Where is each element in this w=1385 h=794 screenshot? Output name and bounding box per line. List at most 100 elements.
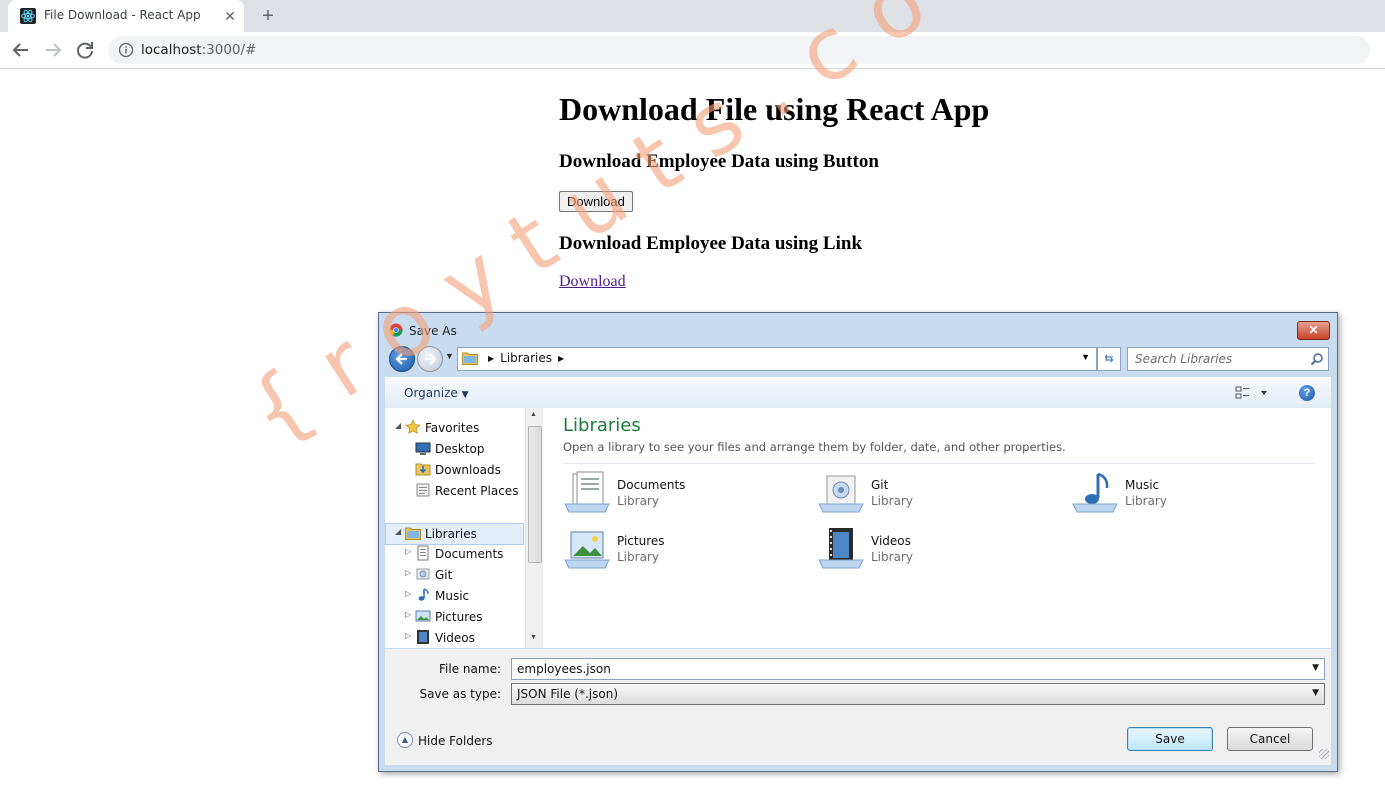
pictures-library-icon bbox=[563, 526, 611, 572]
reload-icon[interactable] bbox=[73, 38, 97, 62]
back-icon[interactable] bbox=[9, 38, 33, 62]
dialog-nav-row: ▼ ▶ Libraries ▶ ▼ ⇆ Search Libraries bbox=[385, 345, 1331, 373]
star-icon bbox=[405, 419, 421, 435]
libraries-folder-icon bbox=[462, 351, 478, 365]
url-text: localhost:3000/# bbox=[141, 42, 256, 58]
breadcrumb-libraries[interactable]: Libraries bbox=[500, 351, 552, 365]
library-name: Videos bbox=[871, 534, 911, 548]
collapsed-arrow-icon[interactable]: ▷ bbox=[405, 568, 411, 577]
divider bbox=[563, 463, 1315, 464]
library-type: Library bbox=[617, 550, 659, 564]
library-item-pictures[interactable]: Pictures Library bbox=[563, 526, 763, 572]
nav-item-music[interactable]: ▷ Music bbox=[385, 586, 525, 606]
collapsed-arrow-icon[interactable]: ▷ bbox=[405, 589, 411, 598]
save-type-value: JSON File (*.json) bbox=[517, 687, 618, 701]
section-heading-link: Download Employee Data using Link bbox=[559, 233, 863, 254]
breadcrumb-arrow-icon[interactable]: ▶ bbox=[488, 354, 494, 363]
help-icon[interactable]: ? bbox=[1299, 385, 1315, 401]
breadcrumb-arrow-icon[interactable]: ▶ bbox=[558, 354, 564, 363]
library-type: Library bbox=[617, 494, 659, 508]
dialog-back-icon[interactable] bbox=[389, 346, 415, 372]
nav-item-favorites[interactable]: ◢ Favorites bbox=[385, 418, 525, 438]
url-host: localhost bbox=[141, 42, 202, 58]
browser-tab[interactable]: File Download - React App ✕ bbox=[8, 0, 244, 32]
dialog-address-bar[interactable]: ▶ Libraries ▶ ▼ bbox=[457, 347, 1097, 371]
library-item-documents[interactable]: Documents Library bbox=[563, 470, 763, 516]
pictures-icon bbox=[415, 608, 431, 624]
resize-grip[interactable] bbox=[1319, 749, 1329, 759]
download-link[interactable]: Download bbox=[559, 273, 626, 291]
file-name-dropdown-icon[interactable]: ▼ bbox=[1312, 663, 1319, 673]
library-type: Library bbox=[871, 550, 913, 564]
dialog-forward-icon[interactable] bbox=[417, 346, 443, 372]
search-box[interactable]: Search Libraries bbox=[1127, 347, 1329, 371]
library-item-git[interactable]: Git Library bbox=[817, 470, 1017, 516]
refresh-icon[interactable]: ⇆ bbox=[1097, 347, 1121, 371]
nav-item-downloads[interactable]: Downloads bbox=[385, 460, 525, 480]
music-library-icon bbox=[1071, 470, 1119, 516]
content-pane: Libraries Open a library to see your fil… bbox=[543, 408, 1331, 648]
organize-dropdown-icon: ▼ bbox=[461, 390, 469, 400]
downloads-folder-icon bbox=[415, 461, 431, 477]
nav-item-videos[interactable]: ▷ Videos bbox=[385, 628, 525, 648]
nav-item-desktop[interactable]: Desktop bbox=[385, 439, 525, 459]
nav-item-recent-places[interactable]: Recent Places bbox=[385, 481, 525, 501]
dialog-footer: ▲ Hide Folders Save Cancel bbox=[385, 709, 1331, 765]
forward-icon[interactable] bbox=[41, 38, 65, 62]
file-fields: File name: employees.json ▼ Save as type… bbox=[385, 649, 1331, 709]
tab-title: File Download - React App bbox=[44, 8, 201, 22]
nav-item-documents[interactable]: ▷ Documents bbox=[385, 544, 525, 564]
scroll-up-icon[interactable]: ▲ bbox=[530, 411, 537, 418]
address-bar[interactable]: localhost:3000/# bbox=[108, 36, 1370, 64]
react-icon bbox=[20, 8, 36, 24]
navigation-pane: ◢ Favorites Desktop Downloads Recent Pla… bbox=[385, 408, 525, 648]
collapsed-arrow-icon[interactable]: ▷ bbox=[405, 610, 411, 619]
expanded-arrow-icon[interactable]: ◢ bbox=[395, 527, 401, 536]
collapsed-arrow-icon[interactable]: ▷ bbox=[405, 547, 411, 556]
tab-close-icon[interactable]: ✕ bbox=[220, 6, 240, 26]
history-dropdown-icon[interactable]: ▼ bbox=[445, 351, 454, 361]
tab-strip: File Download - React App ✕ + bbox=[0, 0, 1385, 32]
library-name: Documents bbox=[617, 478, 686, 492]
nav-label: Desktop bbox=[435, 442, 485, 456]
collapsed-arrow-icon[interactable]: ▷ bbox=[405, 631, 411, 640]
library-type: Library bbox=[871, 494, 913, 508]
cancel-button[interactable]: Cancel bbox=[1227, 727, 1313, 751]
nav-scrollbar[interactable]: ▲ ▼ bbox=[525, 408, 543, 648]
desktop-icon bbox=[415, 440, 431, 456]
save-type-dropdown-icon[interactable]: ▼ bbox=[1312, 688, 1319, 698]
browser-toolbar: localhost:3000/# bbox=[0, 32, 1385, 69]
page-title: Download File using React App bbox=[559, 91, 990, 127]
file-name-label: File name: bbox=[439, 662, 501, 676]
nav-label: Pictures bbox=[435, 610, 483, 624]
nav-item-git[interactable]: ▷ Git bbox=[385, 565, 525, 585]
nav-label: Music bbox=[435, 589, 470, 603]
nav-item-libraries[interactable]: ◢ Libraries bbox=[385, 523, 524, 545]
save-button[interactable]: Save bbox=[1127, 727, 1213, 751]
info-icon[interactable] bbox=[118, 42, 134, 58]
file-name-input[interactable]: employees.json ▼ bbox=[511, 658, 1325, 680]
dialog-titlebar[interactable]: Save As ✕ bbox=[379, 313, 1337, 345]
download-button[interactable]: Download bbox=[559, 191, 633, 212]
new-tab-icon[interactable]: + bbox=[256, 4, 280, 28]
search-icon[interactable] bbox=[1310, 352, 1324, 366]
organize-menu[interactable]: Organize ▼ bbox=[404, 386, 469, 400]
library-name: Pictures bbox=[617, 534, 665, 548]
save-type-select[interactable]: JSON File (*.json) ▼ bbox=[511, 683, 1325, 705]
library-item-music[interactable]: Music Library bbox=[1071, 470, 1271, 516]
save-as-dialog: Save As ✕ ▼ ▶ Libraries ▶ ▼ ⇆ Search Libra… bbox=[378, 312, 1338, 772]
library-item-videos[interactable]: Videos Library bbox=[817, 526, 1017, 572]
command-bar: Organize ▼ ? bbox=[385, 377, 1331, 409]
change-view-icon[interactable] bbox=[1235, 385, 1269, 401]
address-dropdown-icon[interactable]: ▼ bbox=[1081, 352, 1090, 362]
documents-library-icon bbox=[563, 470, 611, 516]
music-icon bbox=[415, 587, 431, 603]
breadcrumb: ▶ Libraries ▶ bbox=[482, 351, 570, 365]
scrollbar-thumb[interactable] bbox=[528, 426, 542, 563]
scroll-down-icon[interactable]: ▼ bbox=[530, 634, 537, 641]
chrome-icon bbox=[389, 323, 403, 337]
nav-item-pictures[interactable]: ▷ Pictures bbox=[385, 607, 525, 627]
expanded-arrow-icon[interactable]: ◢ bbox=[395, 421, 401, 430]
dialog-close-button[interactable]: ✕ bbox=[1297, 321, 1330, 340]
content-heading: Libraries bbox=[563, 415, 641, 436]
